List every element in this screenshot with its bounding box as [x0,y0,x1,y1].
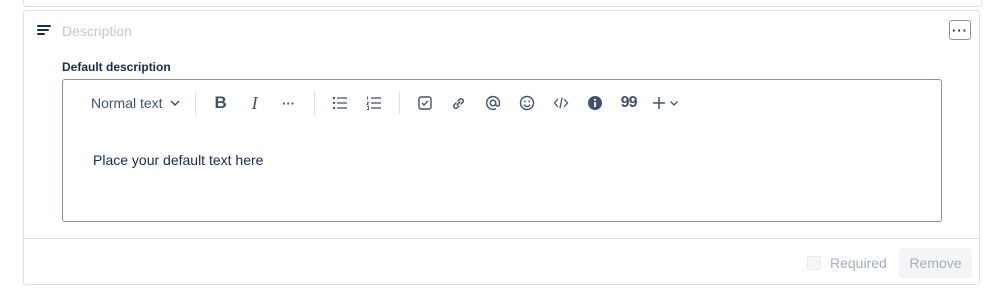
plus-icon [653,97,666,109]
link-icon [453,97,465,109]
toolbar-separator [398,91,400,115]
required-label: Required [830,255,887,271]
numbered-list-icon [365,96,381,110]
emoji-button[interactable] [510,89,544,117]
bullet-list-button[interactable] [323,89,357,117]
checkbox-icon [417,96,432,110]
more-formatting-button[interactable]: ··· [272,89,306,117]
link-button[interactable] [442,89,476,117]
previous-field-card [23,0,982,7]
required-toggle[interactable]: Required [807,255,887,271]
footer-divider [24,238,979,239]
action-item-button[interactable] [408,89,442,117]
bold-button[interactable]: B [204,89,238,117]
default-description-label: Default description [62,60,171,74]
default-description-editor[interactable]: Normal text B I ··· 99 Place your defaul… [62,79,942,222]
required-checkbox[interactable] [807,256,821,270]
field-title-input[interactable]: Description [62,22,132,40]
chevron-down-icon [170,100,180,107]
info-icon [587,96,602,110]
quote-icon: 99 [620,94,638,111]
quote-button[interactable]: 99 [612,89,646,117]
text-style-dropdown[interactable]: Normal text [79,89,181,117]
code-button[interactable] [544,89,578,117]
numbered-list-button[interactable] [357,89,391,117]
code-icon [553,97,568,109]
toolbar-separator [313,91,315,115]
emoji-icon [519,95,534,111]
info-panel-button[interactable] [578,89,612,117]
editor-toolbar: Normal text B I ··· 99 [63,80,686,126]
mention-button[interactable] [476,89,510,117]
bullet-list-icon [332,96,347,110]
italic-button[interactable]: I [238,89,272,117]
remove-button[interactable]: Remove [899,248,972,278]
chevron-down-icon [670,101,679,106]
at-sign-icon [485,95,500,110]
editor-content[interactable]: Place your default text here [93,152,263,168]
description-field-card: Description ··· Default description Norm… [23,10,980,285]
paragraph-icon [37,25,51,37]
toolbar-separator [194,91,196,115]
insert-more-dropdown[interactable] [646,89,686,117]
field-more-options-button[interactable]: ··· [949,20,971,40]
